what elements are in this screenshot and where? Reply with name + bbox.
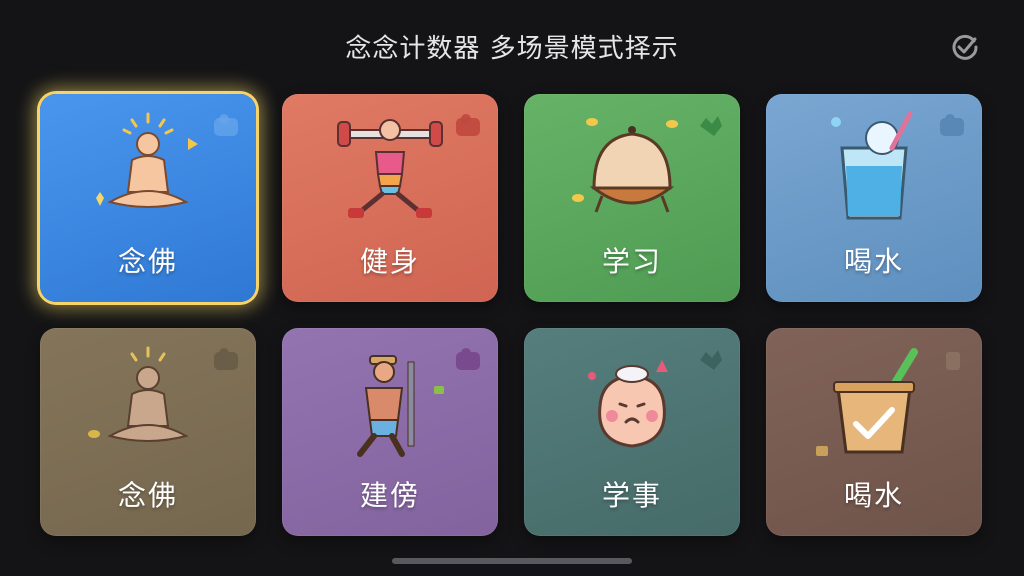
meditation-icon [96, 112, 198, 208]
hiker-icon [357, 355, 444, 457]
mode-tile-nianfo-2[interactable]: 念佛 [40, 328, 256, 536]
badge-icon [214, 114, 238, 136]
badge-icon [940, 114, 964, 136]
tile-label: 念佛 [117, 245, 178, 278]
weightlifting-icon [337, 119, 443, 218]
mode-tile-jianbang[interactable]: 建傍 [282, 328, 498, 536]
badge-icon [946, 352, 960, 370]
tile-label: 喝水 [843, 245, 904, 278]
water-glass-icon [831, 111, 913, 220]
meditation-icon [88, 346, 189, 442]
tile-label: 喝水 [843, 479, 904, 512]
badge-icon [214, 348, 238, 370]
tile-label: 建傍 [359, 479, 420, 512]
mode-tile-drink-water-2[interactable]: 喝水 [766, 328, 982, 536]
mode-tile-fitness[interactable]: 健身 [282, 94, 498, 302]
mode-tile-xueshi[interactable]: 学事 [524, 328, 740, 536]
tile-label: 健身 [359, 245, 420, 278]
badge-icon [456, 348, 480, 370]
checked-cup-icon [816, 348, 918, 456]
badge-icon [700, 350, 722, 370]
check-circle-button[interactable] [948, 30, 982, 64]
cute-face-icon [588, 360, 668, 448]
lamp-dome-icon [572, 118, 678, 213]
mode-tile-nianfo[interactable]: 念佛 [40, 94, 256, 302]
badge-icon [700, 116, 722, 136]
badge-icon [456, 114, 480, 136]
mode-tile-study[interactable]: 学习 [524, 94, 740, 302]
page-title: 念念计数器 多场景模式择示 [345, 34, 679, 64]
mode-tile-drink-water[interactable]: 喝水 [766, 94, 982, 302]
check-circle-icon [952, 34, 978, 60]
tile-label: 念佛 [117, 479, 178, 512]
home-indicator[interactable] [392, 558, 632, 564]
tile-label: 学事 [601, 479, 662, 512]
tile-label: 学习 [601, 245, 662, 278]
